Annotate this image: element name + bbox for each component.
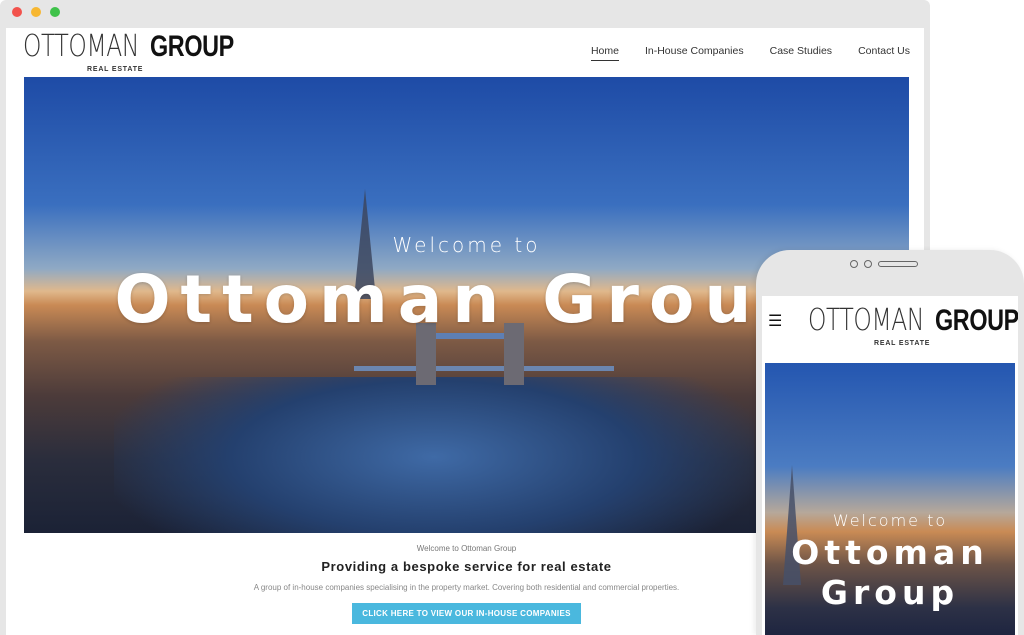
nav-in-house-companies[interactable]: In-House Companies <box>645 45 744 61</box>
phone-speaker <box>850 260 918 268</box>
bridge-deck <box>354 366 614 371</box>
site-header: OTTOMAN GROUP REAL ESTATE Home In-House C… <box>6 28 924 77</box>
nav-case-studies[interactable]: Case Studies <box>770 45 832 61</box>
site-logo[interactable]: OTTOMAN GROUP REAL ESTATE <box>23 30 234 76</box>
mobile-logo-group: GROUP <box>934 304 1018 337</box>
logo-group: GROUP <box>149 30 234 63</box>
phone-earpiece <box>878 261 918 267</box>
mobile-hero-title-line2: Group <box>820 573 960 612</box>
view-companies-button[interactable]: CLICK HERE TO VIEW OUR IN-HOUSE COMPANIE… <box>352 603 581 624</box>
minimize-window-dot[interactable] <box>31 7 41 17</box>
mobile-logo-ottoman: OTTOMAN <box>808 303 924 338</box>
phone-camera <box>850 260 858 268</box>
window-controls <box>12 7 60 17</box>
mobile-logo-wordmark: OTTOMAN GROUP <box>808 304 1018 338</box>
mobile-phone-mockup: ☰ OTTOMAN GROUP REAL ESTATE Welcome to Ot… <box>756 250 1024 635</box>
intro-body: A group of in-house companies specialisi… <box>253 583 680 592</box>
hamburger-icon[interactable]: ☰ <box>768 314 782 330</box>
logo-wordmark: OTTOMAN GROUP <box>23 30 257 64</box>
mobile-hero-banner: Welcome to Ottoman Group <box>765 363 1015 635</box>
mobile-viewport: ☰ OTTOMAN GROUP REAL ESTATE Welcome to Ot… <box>762 296 1018 635</box>
nav-contact-us[interactable]: Contact Us <box>858 45 910 61</box>
logo-tagline: REAL ESTATE <box>87 66 144 73</box>
mobile-hero-welcome-text: Welcome to <box>832 511 948 530</box>
main-nav: Home In-House Companies Case Studies Con… <box>590 45 910 61</box>
mobile-hero-title: Ottoman Group <box>765 533 1015 613</box>
phone-sensor <box>864 260 872 268</box>
mobile-hero-title-line1: Ottoman <box>791 533 989 572</box>
maximize-window-dot[interactable] <box>50 7 60 17</box>
mobile-site-logo[interactable]: OTTOMAN GROUP REAL ESTATE <box>808 304 1018 348</box>
hero-river-graphic <box>114 377 754 533</box>
nav-home[interactable]: Home <box>590 45 619 61</box>
logo-ottoman: OTTOMAN <box>23 29 139 64</box>
close-window-dot[interactable] <box>12 7 22 17</box>
mobile-logo-tagline: REAL ESTATE <box>874 340 931 347</box>
